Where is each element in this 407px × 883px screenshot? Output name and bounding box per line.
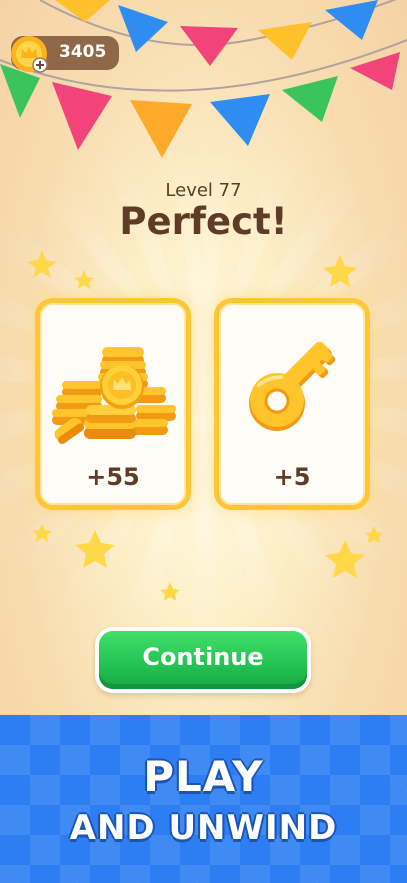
coin-plus-icon — [11, 36, 48, 73]
bunting-garland — [0, 0, 407, 158]
coin-counter[interactable]: 3405 — [11, 36, 119, 73]
continue-button[interactable]: Continue — [95, 627, 311, 693]
promo-subheadline: AND UNWIND — [69, 808, 338, 848]
key-icon — [249, 341, 336, 431]
level-complete-screen: 3405 Level 77 Perfect! +55 +5 Continue P… — [0, 0, 407, 883]
reward-card-key: +5 — [214, 298, 370, 510]
reward-amount-coins: +55 — [86, 463, 140, 491]
reward-amount-keys: +5 — [273, 463, 311, 491]
level-label: Level 77 — [165, 180, 242, 201]
result-title: Perfect! — [119, 200, 288, 243]
reward-card-coins: +55 — [35, 298, 191, 510]
coin-stack-icon — [52, 347, 176, 445]
coin-balance: 3405 — [59, 42, 107, 62]
continue-button-label: Continue — [99, 631, 307, 689]
promo-headline: PLAY — [143, 752, 264, 801]
